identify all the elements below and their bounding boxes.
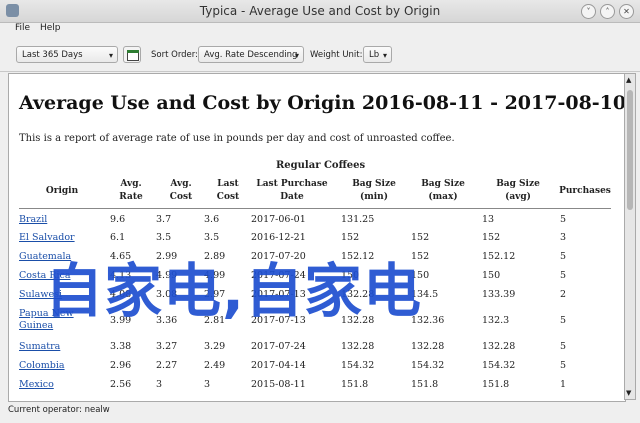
minimize-button[interactable]: ˅	[581, 4, 596, 19]
table-cell: 3.6	[204, 214, 220, 225]
table-cell: 133.39	[482, 289, 516, 300]
current-operator: Current operator: nealw	[8, 405, 110, 415]
table-cell: 154.32	[411, 360, 445, 371]
scrollbar-thumb[interactable]	[627, 90, 633, 210]
column-header-avg-rate: Avg. Rate	[119, 179, 143, 202]
table-cell: 2.56	[110, 379, 132, 390]
table-cell: 5	[560, 214, 567, 225]
table-cell: 2.27	[156, 360, 178, 371]
table-cell: 151.8	[341, 379, 369, 390]
table-cell: 5	[560, 360, 567, 371]
maximize-button[interactable]: ˄	[600, 4, 615, 19]
origin-link[interactable]: El Salvador	[19, 232, 75, 243]
table-cell: 132.28	[411, 341, 445, 352]
table-cell: 151.8	[411, 379, 439, 390]
weight-unit-value: Lb	[369, 50, 380, 60]
watermark-overlay: 自家电,自家电	[45, 257, 423, 325]
table-cell: 151.8	[482, 379, 510, 390]
weight-unit-label: Weight Unit:	[310, 50, 363, 60]
sort-order-value: Avg. Rate Descending	[204, 50, 298, 60]
status-bar: Current operator: nealw	[0, 400, 640, 423]
column-header-bag-size-min: Bag Size (min)	[352, 179, 396, 202]
table-cell: 152	[411, 232, 430, 243]
table-cell: 2.96	[110, 360, 132, 371]
table-cell: 5	[560, 341, 567, 352]
chevron-down-icon: ▾	[108, 51, 113, 60]
table-cell: 132.28	[341, 341, 375, 352]
table-cell: 5	[560, 251, 567, 262]
table-cell: 2016-12-21	[251, 232, 306, 243]
table-cell: 154.32	[482, 360, 516, 371]
table-header-divider	[19, 208, 611, 209]
table-cell: 2017-04-14	[251, 360, 306, 371]
column-header-origin: Origin	[45, 186, 79, 196]
table-cell: 132.3	[482, 315, 510, 326]
column-header-last-purchase-date: Last Purchase Date	[256, 179, 328, 202]
toolbar: Last 365 Days ▾ Sort Order: Avg. Rate De…	[0, 37, 640, 72]
menu-bar: File Help	[0, 22, 640, 37]
table-cell: 6.1	[110, 232, 126, 243]
table-cell: 152.12	[482, 251, 516, 262]
origin-link[interactable]: Sumatra	[19, 341, 60, 352]
table-cell: 3	[156, 379, 163, 390]
report-title: Average Use and Cost by Origin 2016-08-1…	[19, 92, 626, 114]
weight-unit-select[interactable]: Lb ▾	[363, 46, 392, 63]
sort-order-label: Sort Order:	[151, 50, 198, 60]
title-bar: Typica - Average Use and Cost by Origin …	[0, 0, 640, 23]
table-cell: 1	[560, 379, 567, 390]
table-cell: 152	[341, 232, 360, 243]
vertical-scrollbar[interactable]: ▲ ▼	[624, 73, 636, 400]
table-cell: 2015-08-11	[251, 379, 306, 390]
column-header-last-cost: Last Cost	[216, 179, 240, 202]
table-cell: 13	[482, 214, 495, 225]
table-cell: 2	[560, 289, 567, 300]
chevron-down-icon: ▾	[382, 51, 387, 60]
table-cell: 152	[482, 232, 501, 243]
table-cell: 131.25	[341, 214, 375, 225]
origin-link[interactable]: Mexico	[19, 379, 54, 390]
column-header-bag-size-avg: Bag Size (avg)	[496, 179, 540, 202]
table-cell: 5	[560, 315, 567, 326]
table-cell: 2017-06-01	[251, 214, 306, 225]
table-cell: 3.5	[156, 232, 172, 243]
table-cell: 154.32	[341, 360, 375, 371]
sort-order-select[interactable]: Avg. Rate Descending ▾	[198, 46, 304, 63]
window-title: Typica - Average Use and Cost by Origin	[199, 4, 441, 18]
table-title: Regular Coffees	[276, 160, 366, 171]
table-cell: 132.28	[482, 341, 516, 352]
chevron-down-icon: ▾	[294, 51, 299, 60]
menu-help[interactable]: Help	[40, 23, 61, 33]
table-cell: 3.7	[156, 214, 172, 225]
origin-link[interactable]: Colombia	[19, 360, 65, 371]
report-description: This is a report of average rate of use …	[19, 133, 455, 144]
report-view[interactable]: Average Use and Cost by Origin 2016-08-1…	[8, 73, 626, 402]
table-cell: 5	[560, 270, 567, 281]
table-cell: 3.38	[110, 341, 132, 352]
table-cell: 3.5	[204, 232, 220, 243]
date-range-value: Last 365 Days	[22, 50, 83, 60]
column-header-bag-size-max: Bag Size (max)	[421, 179, 465, 202]
table-cell: 150	[482, 270, 501, 281]
table-cell: 2017-07-24	[251, 341, 306, 352]
scroll-up-icon[interactable]: ▲	[626, 76, 631, 84]
table-cell: 2.49	[204, 360, 226, 371]
calendar-button[interactable]	[123, 46, 141, 63]
date-range-select[interactable]: Last 365 Days ▾	[16, 46, 118, 63]
origin-link[interactable]: Brazil	[19, 214, 47, 225]
close-button[interactable]: ✕	[619, 4, 634, 19]
column-header-purchases: Purchases	[559, 186, 611, 196]
scroll-down-icon[interactable]: ▼	[626, 389, 631, 397]
table-cell: 9.6	[110, 214, 126, 225]
table-cell: 3.27	[156, 341, 178, 352]
table-cell: 3	[560, 232, 567, 243]
table-cell: 3.29	[204, 341, 226, 352]
menu-file[interactable]: File	[15, 23, 30, 33]
table-cell: 3	[204, 379, 211, 390]
column-header-avg-cost: Avg. Cost	[169, 179, 193, 202]
